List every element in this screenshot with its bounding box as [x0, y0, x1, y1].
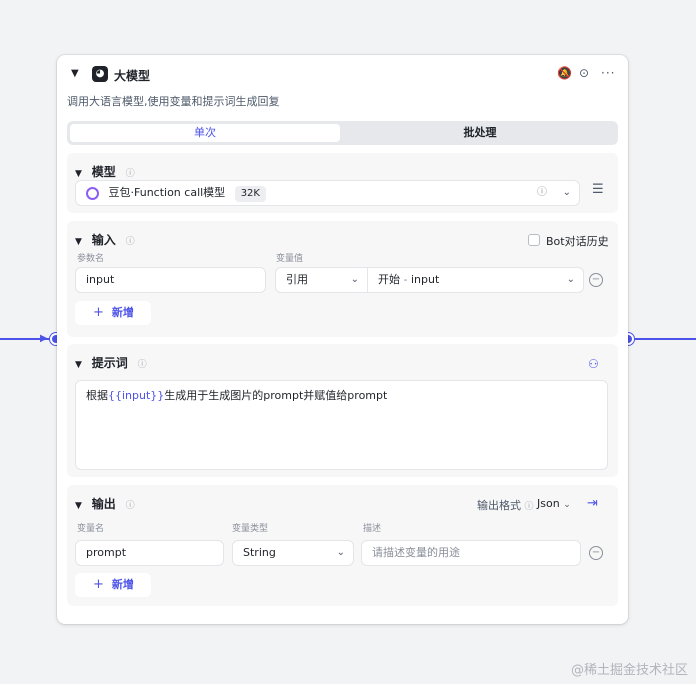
info-icon: ⓘ [137, 360, 147, 370]
reference-select[interactable]: 开始 - input ⌄ [367, 267, 584, 293]
output-var-name-input[interactable]: prompt [75, 540, 224, 566]
model-section-header[interactable]: ▼ 模型 ⓘ [75, 163, 135, 180]
tab-batch[interactable]: 批处理 [345, 124, 615, 142]
output-var-type: String [243, 546, 276, 559]
bot-history-checkbox[interactable] [528, 234, 540, 246]
value-type-select[interactable]: 引用 ⌄ [275, 267, 368, 293]
prompt-library-icon[interactable]: ⚇ [588, 357, 599, 371]
chevron-down-icon[interactable]: ⌄ [567, 268, 575, 292]
prompt-variable: {{input}} [108, 389, 165, 402]
output-var-desc-input[interactable]: 请描述变量的用途 [361, 540, 581, 566]
more-icon[interactable]: ··· [601, 66, 615, 80]
output-section-header[interactable]: ▼ 输出 ⓘ [75, 495, 135, 512]
chevron-down-icon[interactable]: ▼ [75, 360, 82, 370]
var-type-header: 变量类型 [232, 524, 269, 534]
output-format-value: Json [537, 497, 560, 510]
info-icon: ⓘ [125, 169, 135, 179]
prompt-text-before: 根据 [86, 389, 108, 402]
mode-tabs: 单次 批处理 [67, 121, 618, 145]
prompt-text-after: 生成用于生成图片的prompt并赋值给prompt [164, 389, 388, 402]
output-section: ▼ 输出 ⓘ 输出格式 ⓘ Json ⌄ ⇥ 变量名 变量类型 描述 promp… [67, 485, 618, 606]
desc-placeholder: 请描述变量的用途 [372, 546, 460, 559]
llm-node-card[interactable]: ▼ ◕ 大模型 🔕 ⊙ ··· 调用大语言模型,使用变量和提示词生成回复 单次 … [57, 55, 628, 624]
model-name: 豆包·Function call模型 [108, 186, 226, 199]
play-icon[interactable]: ⊙ [579, 66, 589, 80]
output-format-select[interactable]: Json ⌄ [537, 497, 571, 510]
input-section-header[interactable]: ▼ 输入 ⓘ [75, 231, 135, 248]
remove-row-icon[interactable]: − [589, 546, 603, 560]
var-value-header: 变量值 [276, 254, 304, 264]
output-section-title: 输出 [91, 497, 116, 511]
desc-header: 描述 [363, 524, 382, 534]
remove-row-icon[interactable]: − [589, 273, 603, 287]
export-icon[interactable]: ⇥ [587, 496, 598, 511]
model-section-title: 模型 [91, 165, 116, 179]
chevron-down-icon[interactable]: ⌄ [563, 181, 571, 205]
info-icon: ⓘ [125, 237, 135, 247]
doubao-model-icon [86, 186, 99, 200]
ref-variable: input [410, 273, 440, 286]
ref-source: 开始 [378, 273, 400, 286]
prompt-section: ▼ 提示词 ⓘ ⚇ 根据{{input}}生成用于生成图片的prompt并赋值给… [67, 344, 618, 477]
llm-logo-icon: ◕ [92, 66, 108, 82]
output-var-type-select[interactable]: String ⌄ [232, 540, 354, 566]
chevron-down-icon[interactable]: ▼ [75, 169, 82, 179]
tab-single[interactable]: 单次 [70, 124, 340, 142]
watermark: @稀土掘金技术社区 [570, 663, 688, 678]
output-var-name: prompt [86, 546, 127, 559]
outgoing-edge [634, 338, 696, 340]
param-name-value: input [86, 273, 115, 286]
model-section: ▼ 模型 ⓘ 豆包·Function call模型 32K ⓘ ⌄ ☰ [67, 153, 618, 213]
input-section-title: 输入 [91, 233, 116, 247]
bot-history-label: Bot对话历史 [546, 235, 609, 248]
add-output-button[interactable]: + 新增 [75, 573, 151, 597]
collapse-chevron-icon[interactable]: ▼ [71, 68, 79, 79]
input-section: ▼ 输入 ⓘ Bot对话历史 参数名 变量值 input 引用 ⌄ 开始 - i… [67, 221, 618, 337]
param-name-header: 参数名 [77, 254, 105, 264]
node-description: 调用大语言模型,使用变量和提示词生成回复 [67, 95, 280, 108]
add-output-label: 新增 [111, 578, 134, 591]
info-icon: ⓘ [125, 501, 135, 511]
plus-icon: + [93, 305, 104, 320]
edge-arrow-icon: ▶ [40, 333, 48, 344]
add-input-button[interactable]: + 新增 [75, 301, 151, 325]
add-input-label: 新增 [111, 306, 134, 319]
bell-off-icon[interactable]: 🔕 [557, 66, 572, 80]
var-name-header: 变量名 [77, 524, 105, 534]
output-format-label: 输出格式 ⓘ [477, 499, 534, 512]
plus-icon: + [93, 577, 104, 592]
model-select[interactable]: 豆包·Function call模型 32K ⓘ ⌄ [75, 180, 580, 206]
value-type-label: 引用 [286, 273, 308, 286]
node-header: ▼ ◕ 大模型 🔕 ⊙ ··· [57, 55, 628, 95]
prompt-textarea[interactable]: 根据{{input}}生成用于生成图片的prompt并赋值给prompt [75, 380, 608, 470]
chevron-down-icon: ⌄ [563, 500, 571, 510]
chevron-down-icon[interactable]: ⌄ [351, 268, 359, 292]
model-settings-icon[interactable]: ☰ [592, 182, 604, 197]
info-icon[interactable]: ⓘ [537, 181, 547, 205]
param-name-input[interactable]: input [75, 267, 266, 293]
chevron-down-icon[interactable]: ⌄ [337, 541, 345, 565]
node-title: 大模型 [114, 69, 151, 83]
ref-separator: - [403, 273, 408, 286]
context-badge: 32K [234, 186, 266, 202]
chevron-down-icon[interactable]: ▼ [75, 501, 82, 511]
prompt-section-header[interactable]: ▼ 提示词 ⓘ [75, 354, 147, 371]
prompt-section-title: 提示词 [91, 356, 128, 370]
chevron-down-icon[interactable]: ▼ [75, 237, 82, 247]
